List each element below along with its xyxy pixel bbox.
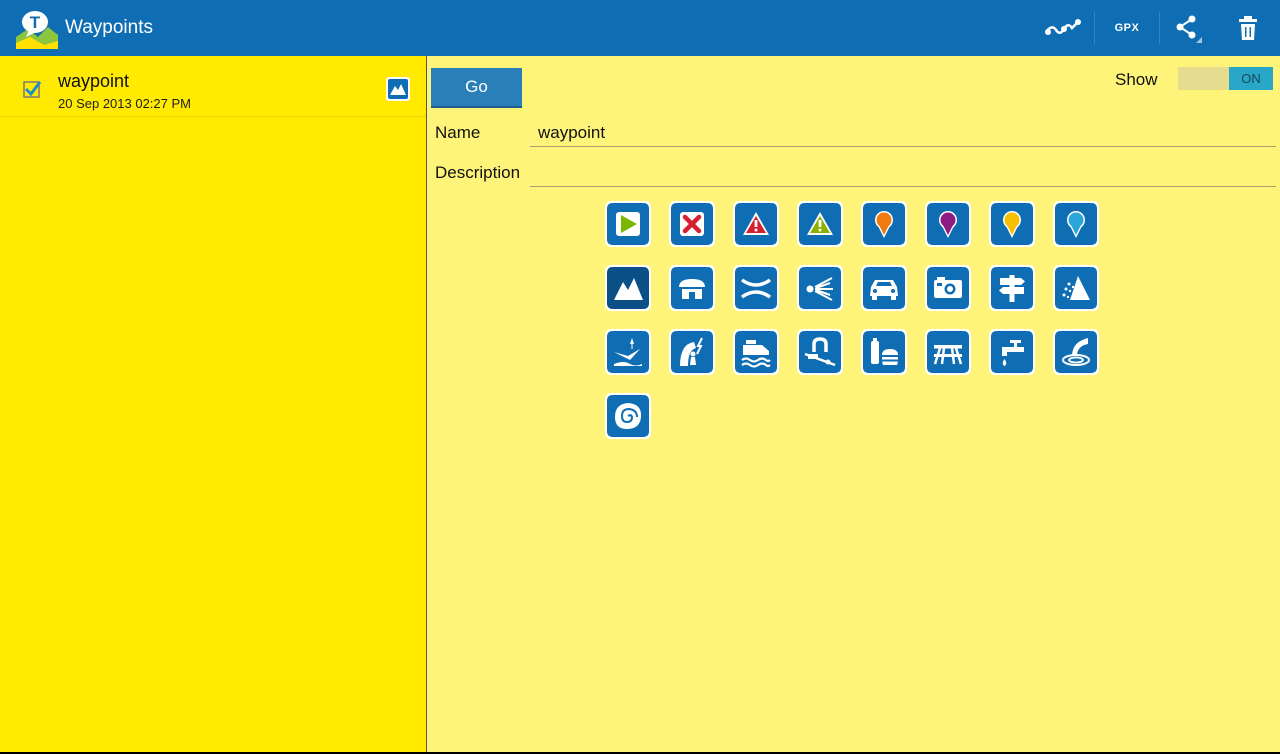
cable-car-icon[interactable] bbox=[797, 329, 843, 375]
waypoint-name: waypoint bbox=[58, 71, 130, 91]
pin-blue-icon[interactable] bbox=[1053, 201, 1099, 247]
app-title: Waypoints bbox=[65, 17, 153, 38]
pin-yellow-icon[interactable] bbox=[989, 201, 1035, 247]
shelter-icon[interactable] bbox=[669, 265, 715, 311]
water-tap-icon[interactable] bbox=[989, 329, 1035, 375]
delete-button[interactable] bbox=[1224, 0, 1272, 56]
track-icon bbox=[1045, 19, 1081, 35]
car-icon[interactable] bbox=[861, 265, 907, 311]
climbing-icon[interactable] bbox=[669, 329, 715, 375]
waterfall-icon[interactable] bbox=[1053, 329, 1099, 375]
description-field[interactable] bbox=[530, 159, 1276, 187]
waypoint-list: waypoint 20 Sep 2013 02:27 PM bbox=[0, 56, 426, 752]
toggle-on-thumb: ON bbox=[1229, 67, 1273, 90]
go-button[interactable]: Go bbox=[431, 68, 522, 108]
ferry-icon[interactable] bbox=[733, 329, 779, 375]
cross-icon[interactable] bbox=[669, 201, 715, 247]
pin-purple-icon[interactable] bbox=[925, 201, 971, 247]
share-icon bbox=[1176, 15, 1202, 43]
trash-icon bbox=[1239, 16, 1257, 40]
track-button[interactable] bbox=[1036, 0, 1088, 56]
fossil-icon[interactable] bbox=[605, 393, 651, 439]
gpx-button[interactable]: GPX bbox=[1100, 0, 1154, 56]
action-divider bbox=[1094, 12, 1095, 44]
warning-red-icon[interactable] bbox=[733, 201, 779, 247]
scree-icon[interactable] bbox=[1053, 265, 1099, 311]
app-logo-icon[interactable]: T bbox=[16, 7, 58, 49]
waypoint-checkbox[interactable] bbox=[23, 80, 42, 98]
mountain-icon bbox=[386, 77, 410, 101]
name-label: Name bbox=[435, 123, 481, 142]
paraglide-icon[interactable] bbox=[605, 329, 651, 375]
share-button[interactable] bbox=[1164, 0, 1210, 56]
description-label: Description bbox=[435, 163, 521, 182]
warning-green-icon[interactable] bbox=[797, 201, 843, 247]
play-icon[interactable] bbox=[605, 201, 651, 247]
show-label: Show bbox=[1115, 70, 1158, 89]
food-icon[interactable] bbox=[861, 329, 907, 375]
mountain-icon[interactable] bbox=[605, 265, 651, 311]
signpost-icon[interactable] bbox=[989, 265, 1035, 311]
name-field[interactable] bbox=[530, 119, 1276, 147]
waypoint-detail: Go Show ON Name Description bbox=[427, 56, 1280, 752]
pass-icon[interactable] bbox=[733, 265, 779, 311]
show-toggle[interactable]: ON bbox=[1178, 67, 1273, 90]
camera-icon[interactable] bbox=[925, 265, 971, 311]
viewpoint-icon[interactable] bbox=[797, 265, 843, 311]
action-bar: T Waypoints GPX bbox=[0, 0, 1280, 56]
waypoint-date: 20 Sep 2013 02:27 PM bbox=[58, 96, 191, 111]
list-item[interactable]: waypoint 20 Sep 2013 02:27 PM bbox=[0, 56, 426, 117]
action-divider bbox=[1159, 12, 1160, 44]
picnic-icon[interactable] bbox=[925, 329, 971, 375]
gpx-label: GPX bbox=[1114, 22, 1140, 34]
svg-text:T: T bbox=[30, 13, 41, 32]
pin-orange-icon[interactable] bbox=[861, 201, 907, 247]
